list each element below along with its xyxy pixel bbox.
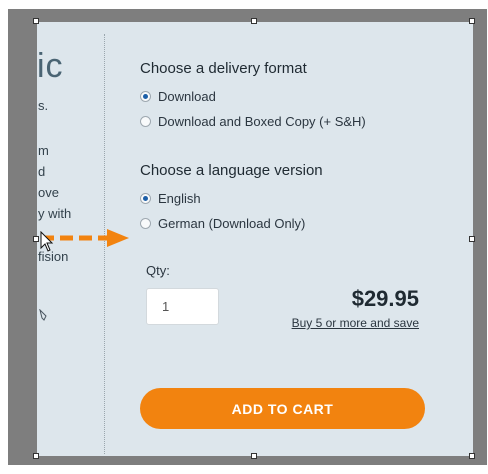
add-to-cart-label: ADD TO CART	[231, 400, 334, 417]
add-to-cart-button[interactable]: ADD TO CART	[140, 388, 425, 429]
resize-handle-top-center[interactable]	[251, 18, 257, 24]
language-option-english[interactable]: English	[140, 189, 201, 207]
qty-input[interactable]: 1	[146, 288, 219, 325]
resize-handle-bottom-left[interactable]	[33, 453, 39, 459]
radio-selected-icon[interactable]	[140, 192, 151, 204]
left-text-line: s.	[38, 98, 49, 113]
price: $29.95	[351, 286, 419, 311]
left-text-line: ove	[38, 185, 59, 200]
radio-unselected-icon[interactable]	[140, 217, 151, 229]
delivery-option-boxed[interactable]: Download and Boxed Copy (+ S&H)	[140, 112, 366, 130]
resize-handle-top-right[interactable]	[469, 18, 475, 24]
bulk-discount-link[interactable]: Buy 5 or more and save	[292, 316, 419, 330]
delivery-option-label: Download and Boxed Copy (+ S&H)	[158, 113, 366, 129]
qty-label: Qty:	[146, 263, 170, 278]
language-version-heading: Choose a language version	[140, 162, 323, 179]
left-text-line: d	[38, 164, 46, 179]
resize-handle-bottom-center[interactable]	[251, 453, 257, 459]
pencil-icon	[39, 309, 47, 321]
delivery-option-download[interactable]: Download	[140, 87, 216, 105]
resize-handle-top-left[interactable]	[33, 18, 39, 24]
left-text-line: m	[38, 143, 49, 158]
language-option-german[interactable]: German (Download Only)	[140, 214, 305, 232]
left-title: ic	[37, 47, 64, 85]
delivery-option-label: Download	[158, 88, 216, 104]
resize-handle-bottom-right[interactable]	[469, 453, 475, 459]
radio-unselected-icon[interactable]	[140, 115, 151, 127]
left-text-line: y with	[38, 206, 72, 221]
resize-handle-middle-right[interactable]	[469, 236, 475, 242]
mouse-cursor-icon	[40, 231, 54, 252]
language-option-label: German (Download Only)	[158, 215, 306, 231]
radio-selected-icon[interactable]	[140, 90, 151, 102]
delivery-format-heading: Choose a delivery format	[140, 60, 307, 77]
language-option-label: English	[158, 190, 201, 206]
